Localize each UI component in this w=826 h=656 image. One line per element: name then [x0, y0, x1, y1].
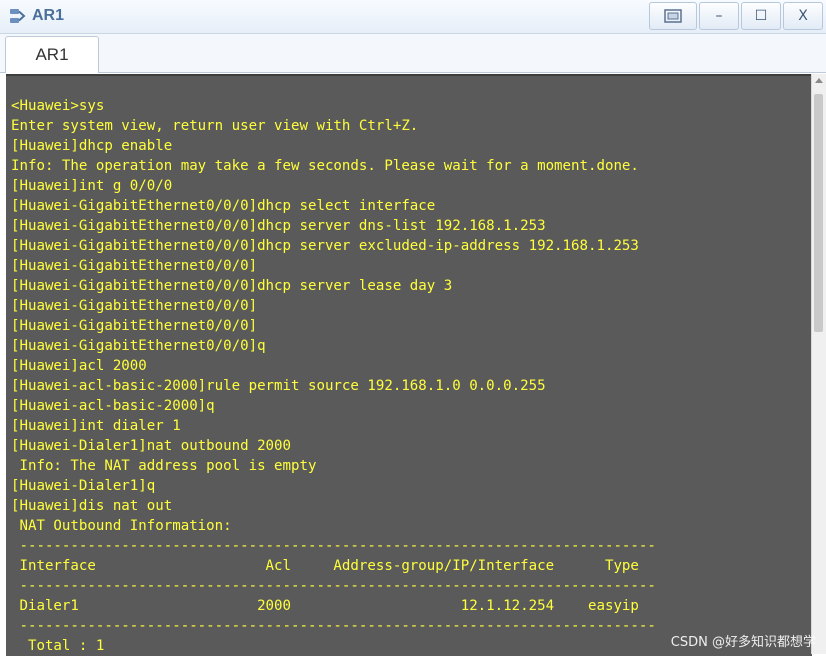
router-console-icon: [10, 9, 26, 23]
tab-ar1[interactable]: AR1: [5, 36, 99, 73]
terminal-line: Info: The NAT address pool is empty: [11, 458, 317, 474]
terminal-line: [Huawei]dis nat out: [11, 498, 173, 514]
terminal-line: [Huawei-GigabitEthernet0/0/0]q: [11, 338, 266, 354]
scroll-thumb[interactable]: [814, 94, 823, 332]
vertical-scrollbar[interactable]: [811, 74, 826, 654]
terminal-line: NAT Outbound Information:: [11, 518, 232, 534]
terminal-line: [Huawei-GigabitEthernet0/0/0]: [11, 318, 258, 334]
maximize-button[interactable]: ☐: [741, 2, 781, 30]
terminal-line: ----------------------------------------…: [11, 578, 656, 594]
close-button[interactable]: X: [783, 2, 823, 30]
terminal-line: Interface Acl Address-group/IP/Interface…: [11, 558, 639, 574]
terminal-line: [Huawei-GigabitEthernet0/0/0]dhcp server…: [11, 238, 639, 254]
scroll-up-icon[interactable]: [815, 78, 823, 83]
terminal-line: [Huawei-GigabitEthernet0/0/0]dhcp server…: [11, 218, 546, 234]
restore-window-button[interactable]: [649, 2, 697, 30]
terminal-line: [Huawei-acl-basic-2000]rule permit sourc…: [11, 378, 546, 394]
terminal-output: <Huawei>sys Enter system view, return us…: [11, 96, 656, 656]
minimize-icon: –: [715, 8, 723, 24]
terminal-line: [Huawei-GigabitEthernet0/0/0]dhcp select…: [11, 198, 436, 214]
minimize-button[interactable]: –: [699, 2, 739, 30]
terminal-line: Enter system view, return user view with…: [11, 118, 419, 134]
terminal-line: Total : 1: [11, 638, 105, 654]
window-controls: – ☐ X: [647, 2, 826, 30]
terminal-line: [Huawei-Dialer1]q: [11, 478, 156, 494]
terminal-line: [Huawei-GigabitEthernet0/0/0]dhcp server…: [11, 278, 453, 294]
tab-strip: AR1: [0, 34, 826, 73]
watermark: CSDN @好多知识都想学: [670, 635, 816, 650]
tab-label: AR1: [35, 45, 69, 64]
window-title: AR1: [32, 7, 65, 24]
terminal-line: [Huawei-acl-basic-2000]q: [11, 398, 215, 414]
terminal-console[interactable]: <Huawei>sys Enter system view, return us…: [6, 74, 812, 656]
terminal-line: ----------------------------------------…: [11, 618, 656, 634]
terminal-line: <Huawei>sys: [11, 98, 105, 114]
terminal-line: [Huawei]acl 2000: [11, 358, 147, 374]
terminal-line: Dialer1 2000 12.1.12.254 easyip: [11, 598, 639, 614]
terminal-line: [Huawei-GigabitEthernet0/0/0]: [11, 298, 258, 314]
terminal-line: [Huawei]int dialer 1: [11, 418, 181, 434]
terminal-line: [Huawei-Dialer1]nat outbound 2000: [11, 438, 292, 454]
terminal-line: ----------------------------------------…: [11, 538, 656, 554]
terminal-line: [Huawei-GigabitEthernet0/0/0]: [11, 258, 258, 274]
restore-window-icon: [664, 9, 682, 23]
terminal-line: [Huawei]int g 0/0/0: [11, 178, 173, 194]
close-icon: X: [798, 8, 808, 24]
maximize-icon: ☐: [754, 8, 768, 24]
window-titlebar: AR1 – ☐ X: [0, 0, 826, 34]
terminal-line: [Huawei]dhcp enable: [11, 138, 173, 154]
terminal-line: Info: The operation may take a few secon…: [11, 158, 639, 174]
